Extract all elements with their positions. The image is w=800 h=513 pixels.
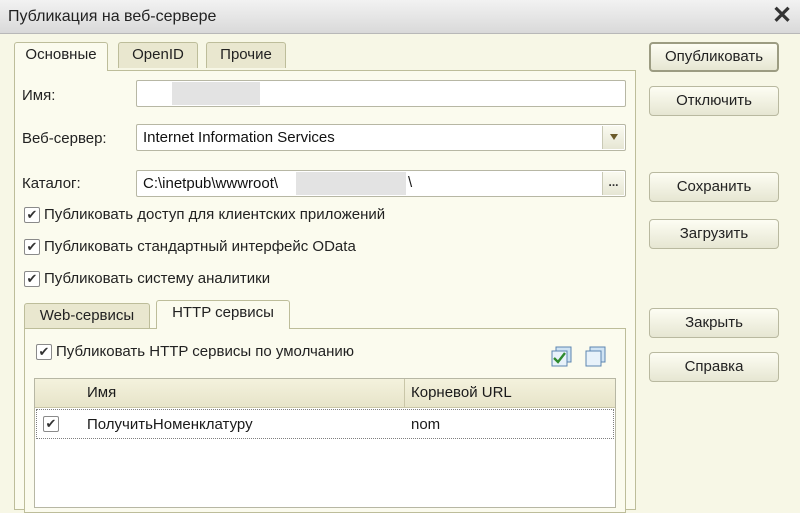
checkbox-odata[interactable]: ✔ (24, 239, 40, 255)
tab-main[interactable]: Основные (14, 42, 108, 71)
table-header: Имя Корневой URL (35, 379, 615, 408)
http-services-table: Имя Корневой URL ✔ ПолучитьНоменклатуру … (34, 378, 616, 508)
checkbox-odata-label: Публиковать стандартный интерфейс OData (44, 238, 356, 255)
help-button[interactable]: Справка (649, 352, 779, 382)
row-checkbox[interactable]: ✔ (43, 416, 59, 432)
catalog-suffix: \ (408, 174, 413, 191)
row-name: ПолучитьНоменклатуру (87, 416, 253, 433)
tab-http-services[interactable]: HTTP сервисы (156, 300, 290, 329)
close-button[interactable]: Закрыть (649, 308, 779, 338)
uncheck-all-icon[interactable] (584, 346, 608, 368)
webserver-label: Веб-сервер: (22, 130, 107, 147)
tab-web-services[interactable]: Web-сервисы (24, 303, 150, 329)
checkbox-client-apps[interactable]: ✔ (24, 207, 40, 223)
close-icon[interactable]: ✕ (770, 3, 794, 29)
disable-button[interactable]: Отключить (649, 86, 779, 116)
catalog-label: Каталог: (22, 175, 81, 192)
title-bar: Публикация на веб-сервере ✕ (0, 0, 800, 34)
window-title: Публикация на веб-сервере (8, 8, 217, 25)
catalog-prefix: C:\inetpub\wwwroot\ (143, 175, 279, 192)
check-all-icon[interactable] (550, 346, 574, 368)
webserver-value: Internet Information Services (143, 129, 335, 146)
checkbox-analytics-label: Публиковать систему аналитики (44, 270, 271, 287)
name-label: Имя: (22, 87, 56, 104)
redacted-name (172, 82, 260, 105)
chevron-down-icon[interactable] (602, 126, 624, 149)
load-button[interactable]: Загрузить (649, 219, 779, 249)
checkbox-client-apps-label: Публиковать доступ для клиентских прилож… (44, 206, 386, 223)
tab-other[interactable]: Прочие (206, 42, 286, 68)
column-name-header[interactable]: Имя (87, 379, 116, 407)
publish-button[interactable]: Опубликовать (649, 42, 779, 72)
redacted-catalog (296, 172, 406, 195)
save-button[interactable]: Сохранить (649, 172, 779, 202)
checkbox-http-default-label: Публиковать HTTP сервисы по умолчанию (56, 343, 355, 360)
tab-openid[interactable]: OpenID (118, 42, 198, 68)
table-row[interactable]: ✔ ПолучитьНоменклатуру nom (36, 409, 614, 439)
checkbox-analytics[interactable]: ✔ (24, 271, 40, 287)
column-url-header[interactable]: Корневой URL (404, 379, 512, 408)
webserver-select[interactable]: Internet Information Services (136, 124, 626, 151)
browse-button[interactable]: ... (602, 172, 624, 195)
row-url: nom (411, 416, 441, 433)
checkbox-http-default[interactable]: ✔ (36, 344, 52, 360)
